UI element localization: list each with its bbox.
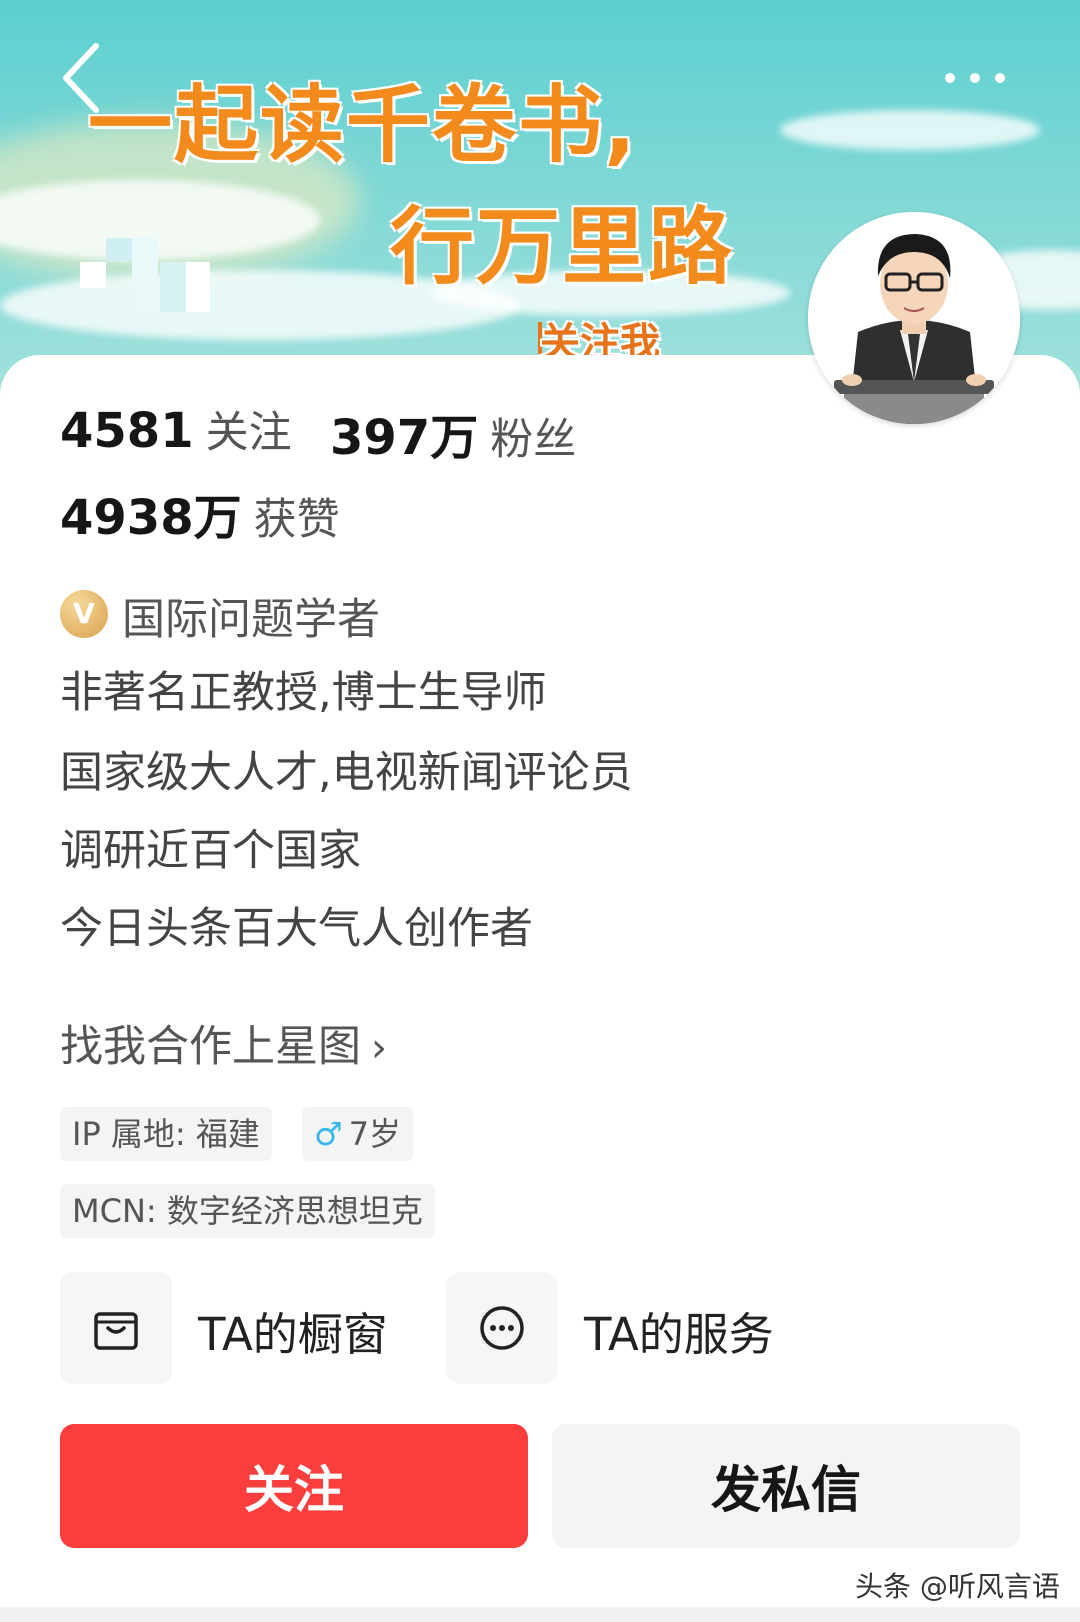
chevron-right-icon: › [371, 1025, 387, 1071]
watermark: 头条 @听风言语 [855, 1570, 1060, 1603]
verified-badge-icon: V [60, 590, 108, 638]
stat-likes-label: 获赞 [253, 495, 340, 545]
stat-fans[interactable]: 397万 粉丝 [330, 398, 576, 468]
gender-age-tag: ♂ 7岁 [302, 1107, 414, 1161]
service-icon-box [446, 1272, 558, 1384]
banner-slogan-line2: 行万里路 [390, 198, 735, 296]
banner-cloud [780, 110, 1040, 150]
banner-mosaic [160, 262, 188, 312]
service-entry[interactable]: TA的服务 [446, 1272, 806, 1384]
showcase-icon-box [60, 1272, 172, 1384]
star-collab-link[interactable]: 找我合作上星图 › [60, 1012, 387, 1074]
banner-mosaic [186, 262, 210, 312]
verification-title: 国际问题学者 [122, 595, 380, 645]
showcase-label: TA的橱窗 [198, 1308, 388, 1361]
banner-slogan-line1: 一起读千卷书, [88, 76, 638, 174]
banner-mosaic [106, 238, 132, 262]
chat-bubble-icon [480, 1306, 524, 1350]
bio-line: 国家级大人才,电视新闻评论员 [60, 748, 633, 798]
bio-line: 调研近百个国家 [60, 826, 361, 876]
more-dots-icon [945, 73, 1005, 83]
stat-following-label: 关注 [205, 408, 292, 458]
stat-likes[interactable]: 4938万 获赞 [60, 478, 340, 548]
bio-line: 非著名正教授,博士生导师 [60, 668, 547, 718]
stat-following[interactable]: 4581 关注 [60, 398, 292, 460]
service-label: TA的服务 [584, 1308, 774, 1361]
mcn-tag: MCN: 数字经济思想坦克 [60, 1184, 435, 1238]
stat-likes-value: 4938万 [60, 490, 242, 546]
ip-location-tag: IP 属地: 福建 [60, 1107, 272, 1161]
bio-line: 今日头条百大气人创作者 [60, 904, 533, 954]
showcase-entry[interactable]: TA的橱窗 [60, 1272, 400, 1384]
shopping-bag-icon [94, 1312, 138, 1350]
more-button[interactable] [940, 58, 1020, 98]
stat-following-value: 4581 [60, 403, 194, 459]
follow-button[interactable]: 关注 [60, 1424, 528, 1548]
banner-mosaic [132, 238, 158, 312]
male-gender-icon: ♂ [314, 1115, 343, 1153]
age-text: 7岁 [348, 1115, 402, 1153]
avatar-cartoon-image [808, 212, 1020, 424]
star-collab-label: 找我合作上星图 [60, 1022, 361, 1072]
stat-fans-value: 397万 [330, 410, 479, 466]
banner-mosaic [80, 262, 106, 288]
chevron-left-icon [63, 43, 99, 113]
back-button[interactable] [58, 40, 128, 116]
message-button[interactable]: 发私信 [552, 1424, 1020, 1548]
stat-fans-label: 粉丝 [490, 415, 577, 465]
avatar[interactable] [808, 212, 1020, 424]
